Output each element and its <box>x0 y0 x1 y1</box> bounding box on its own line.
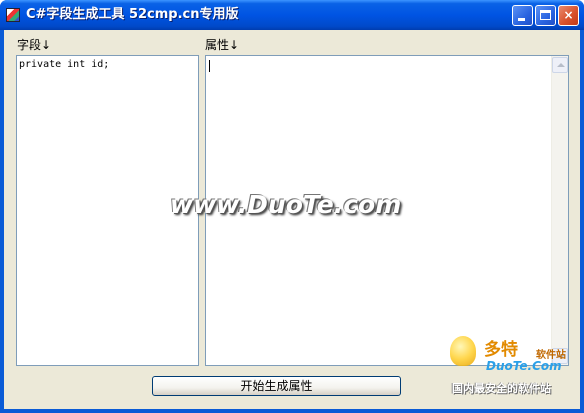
close-button[interactable]: × <box>558 5 579 26</box>
watermark-text: www.DuoTe.com <box>170 190 402 219</box>
logo-name: 多特 <box>484 340 518 360</box>
title-bar[interactable]: C#字段生成工具 52cmp.cn专用版 × <box>0 0 584 30</box>
properties-scrollbar[interactable] <box>551 56 568 365</box>
duote-logo: 多特 软件站 DuoTe.Com 国内最安全的软件站 <box>448 332 582 398</box>
maximize-button[interactable] <box>535 5 556 26</box>
fields-text: private int id; <box>19 59 110 70</box>
window-title: C#字段生成工具 52cmp.cn专用版 <box>26 7 239 22</box>
arrow-up-icon <box>557 63 565 67</box>
mascot-icon <box>450 336 476 366</box>
scroll-up-button[interactable] <box>552 57 568 73</box>
generate-properties-button[interactable]: 开始生成属性 <box>152 376 401 396</box>
app-icon[interactable] <box>6 8 20 22</box>
app-window: C#字段生成工具 52cmp.cn专用版 × 字段↓ 属性↓ private i… <box>0 0 584 413</box>
minimize-button[interactable] <box>512 5 533 26</box>
fields-label: 字段↓ <box>17 38 52 52</box>
properties-label: 属性↓ <box>205 38 240 52</box>
logo-tagline: 国内最安全的软件站 <box>452 382 551 395</box>
text-caret <box>209 60 210 72</box>
maximize-icon <box>540 10 551 20</box>
close-icon: × <box>563 8 574 22</box>
minimize-icon <box>518 18 525 21</box>
logo-domain: DuoTe.Com <box>486 359 562 373</box>
